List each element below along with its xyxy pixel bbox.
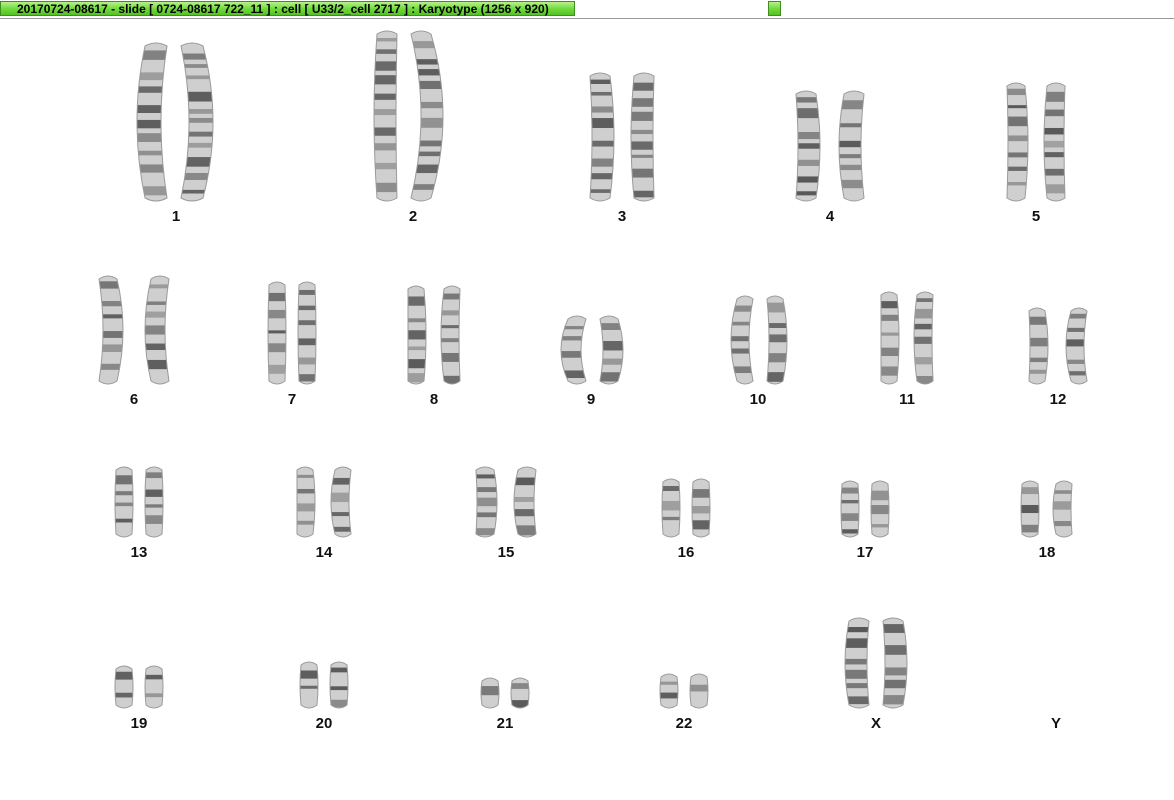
chromosome-15-homolog-1[interactable] [472,466,502,538]
chromosome-17-homolog-1[interactable] [838,480,862,538]
chromosome-label-8: 8 [429,391,439,408]
chromosome-12-homolog-2[interactable] [1059,307,1091,385]
chromosome-pair-1[interactable] [127,42,225,202]
chromosome-19-homolog-2[interactable] [142,665,166,709]
chromosome-pair-16[interactable] [659,478,713,538]
chromosome-x-homolog-1[interactable] [839,617,873,709]
chromosome-label-17: 17 [856,544,874,561]
chromosome-label-11: 11 [899,391,915,408]
chromosome-label-1: 1 [171,208,181,225]
chromosome-label-y: Y [1050,715,1062,732]
chromosome-label-20: 20 [315,715,333,732]
window-title: 20170724-08617 - slide [ 0724-08617 722_… [17,2,549,16]
chromosome-label-4: 4 [825,208,835,225]
chromosome-8-homolog-2[interactable] [436,285,464,385]
chromosome-label-18: 18 [1038,544,1056,561]
chromosome-label-15: 15 [497,544,515,561]
window-titlebar: 20170724-08617 - slide [ 0724-08617 722_… [0,0,1174,19]
chromosome-label-x: X [870,715,882,732]
chromosome-pair-8[interactable] [404,285,464,385]
chromosome-6-homolog-1[interactable] [95,275,131,385]
chromosome-10-homolog-2[interactable] [763,295,793,385]
chromosome-21-homolog-1[interactable] [478,677,502,709]
chromosome-22-homolog-1[interactable] [657,673,681,709]
chromosome-2-homolog-2[interactable] [407,30,457,202]
chromosome-20-homolog-1[interactable] [297,661,321,709]
chromosome-label-7: 7 [287,391,297,408]
chromosome-10-homolog-1[interactable] [723,295,757,385]
chromosome-18-homolog-1[interactable] [1018,480,1042,538]
chromosome-14-homolog-2[interactable] [325,466,355,538]
chromosome-2-homolog-1[interactable] [369,30,401,202]
chromosome-13-homolog-1[interactable] [112,466,136,538]
chromosome-18-homolog-2[interactable] [1048,480,1076,538]
chromosome-15-homolog-2[interactable] [508,466,540,538]
chromosome-pair-3[interactable] [586,72,658,202]
chromosome-8-homolog-1[interactable] [404,285,430,385]
chromosome-12-homolog-1[interactable] [1025,307,1053,385]
chromosome-19-homolog-1[interactable] [112,665,136,709]
chromosome-label-14: 14 [315,544,333,561]
chromosome-label-16: 16 [677,544,695,561]
chromosome-4-homolog-1[interactable] [792,90,826,202]
chromosome-5-homolog-2[interactable] [1039,82,1069,202]
chromosome-label-12: 12 [1049,391,1067,408]
chromosome-pair-15[interactable] [472,466,540,538]
titlebar-marker[interactable] [768,1,781,16]
chromosome-pair-12[interactable] [1025,307,1091,385]
chromosome-7-homolog-2[interactable] [295,281,319,385]
chromosome-16-homolog-1[interactable] [659,478,683,538]
chromosome-label-6: 6 [129,391,139,408]
chromosome-pair-19[interactable] [112,665,166,709]
chromosome-1-homolog-2[interactable] [177,42,225,202]
chromosome-3-homolog-2[interactable] [626,72,658,202]
chromosome-pair-18[interactable] [1018,480,1076,538]
chromosome-pair-6[interactable] [95,275,173,385]
chromosome-label-3: 3 [617,208,627,225]
chromosome-21-homolog-2[interactable] [508,677,532,709]
chromosome-pair-22[interactable] [657,673,711,709]
chromosome-14-homolog-1[interactable] [293,466,319,538]
chromosome-pair-13[interactable] [112,466,166,538]
chromosome-4-homolog-2[interactable] [832,90,868,202]
chromosome-pair-4[interactable] [792,90,868,202]
chromosome-label-2: 2 [408,208,418,225]
chromosome-pair-20[interactable] [297,661,351,709]
karyotype-canvas: 1 2 3 4 5 6 7 8 9 10 11 12 13 14 15 16 17 18 19 20 21 22 X Y [0,19,1174,800]
chromosome-pair-21[interactable] [478,677,532,709]
chromosome-13-homolog-2[interactable] [142,466,166,538]
chromosome-pair-9[interactable] [552,315,630,385]
chromosome-pair-14[interactable] [293,466,355,538]
chromosome-11-homolog-2[interactable] [909,291,937,385]
chromosome-5-homolog-1[interactable] [1003,82,1033,202]
chromosome-pair-5[interactable] [1003,82,1069,202]
chromosome-11-homolog-1[interactable] [877,291,903,385]
chromosome-label-22: 22 [675,715,693,732]
chromosome-pair-x[interactable] [839,617,913,709]
chromosome-20-homolog-2[interactable] [327,661,351,709]
chromosome-label-9: 9 [586,391,596,408]
chromosome-pair-2[interactable] [369,30,457,202]
chromosome-label-5: 5 [1031,208,1041,225]
chromosome-9-homolog-2[interactable] [596,315,630,385]
chromosome-pair-10[interactable] [723,295,793,385]
chromosome-label-13: 13 [130,544,148,561]
chromosome-label-19: 19 [130,715,148,732]
chromosome-1-homolog-1[interactable] [127,42,171,202]
chromosome-pair-11[interactable] [877,291,937,385]
chromosome-label-10: 10 [749,391,767,408]
window-title-tab[interactable]: 20170724-08617 - slide [ 0724-08617 722_… [0,1,575,16]
chromosome-3-homolog-1[interactable] [586,72,620,202]
chromosome-17-homolog-2[interactable] [868,480,892,538]
chromosome-6-homolog-2[interactable] [137,275,173,385]
chromosome-label-21: 21 [496,715,514,732]
chromosome-pair-7[interactable] [265,281,319,385]
chromosome-pair-17[interactable] [838,480,892,538]
chromosome-9-homolog-1[interactable] [552,315,590,385]
chromosome-16-homolog-2[interactable] [689,478,713,538]
chromosome-x-homolog-2[interactable] [879,617,913,709]
chromosome-7-homolog-1[interactable] [265,281,289,385]
chromosome-22-homolog-2[interactable] [687,673,711,709]
